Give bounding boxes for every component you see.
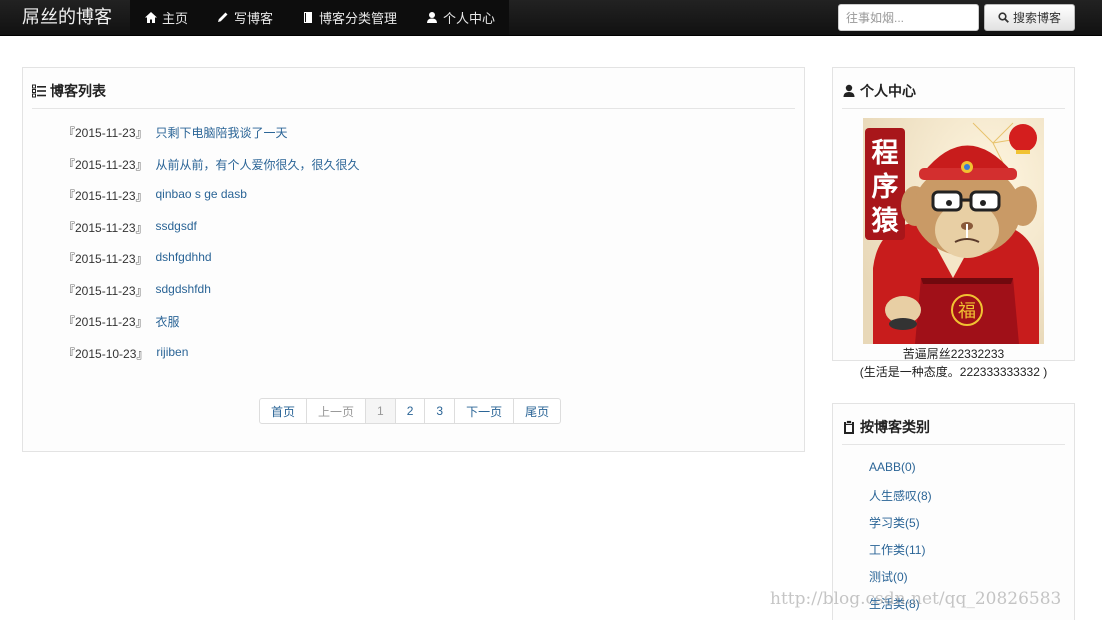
profile-panel: 个人中心 程 序 猿 福 苦逼屌丝22332233 (生活是一种态度。22233… [832, 67, 1075, 379]
list-item: 『2015-11-23』 从前从前，有个人爱你很久，很久很久 [63, 156, 360, 188]
category-link[interactable]: 人生感叹(8) [869, 487, 932, 514]
nav-item-home[interactable]: 主页 [130, 0, 202, 35]
list-item: 『2015-11-23』 ssdgsdf [63, 219, 360, 251]
nav-item-category-manage[interactable]: 博客分类管理 [287, 0, 411, 35]
nav-item-label: 博客分类管理 [319, 11, 398, 26]
user-icon [843, 84, 855, 97]
page-first-button[interactable]: 首页 [260, 399, 306, 423]
avatar-illustration: 程 序 猿 福 [863, 118, 1044, 344]
panel-heading: 个人中心 [842, 68, 1065, 109]
blog-title-link[interactable]: sdgdshfdh [156, 282, 211, 296]
nav-item-label: 写博客 [234, 11, 274, 26]
blog-date: 『2015-11-23』 [63, 283, 148, 298]
blog-list: 『2015-11-23』 只剩下电脑陪我谈了一天 『2015-11-23』 从前… [63, 124, 360, 376]
page-number-button[interactable]: 1 [365, 399, 395, 423]
navbar: 屌丝的博客 主页 写博客 博客分类管理 个人中心 往事如烟... 搜索博客 [0, 0, 1102, 36]
search-button-label: 搜索博客 [1012, 11, 1061, 25]
category-link[interactable]: 学习类(5) [869, 514, 932, 541]
panel-title: 博客列表 [50, 83, 106, 99]
svg-text:程: 程 [872, 138, 899, 169]
blog-title-link[interactable]: qinbao s ge dasb [156, 187, 247, 201]
pencil-icon [218, 12, 228, 22]
blog-date: 『2015-11-23』 [63, 252, 148, 266]
category-panel: 按博客类别 AABB(0) 人生感叹(8) 学习类(5) 工作类(11) 测试(… [832, 403, 1075, 620]
search-input[interactable] [838, 4, 979, 31]
nav-menu: 主页 写博客 博客分类管理 个人中心 [130, 0, 510, 35]
search-icon [998, 12, 1009, 23]
blog-date: 『2015-11-23』 [63, 315, 148, 329]
blog-date: 『2015-11-23』 [63, 157, 148, 172]
page-last-button[interactable]: 尾页 [513, 399, 560, 423]
nav-item-label: 主页 [162, 11, 189, 26]
book-icon [304, 12, 313, 23]
svg-text:猿: 猿 [871, 206, 900, 237]
page-next-button[interactable]: 下一页 [454, 399, 513, 423]
blog-title-link[interactable]: 衣服 [156, 313, 180, 330]
blog-title-link[interactable]: ssdgsdf [156, 219, 197, 233]
panel-title: 个人中心 [860, 83, 916, 99]
blog-date: 『2015-11-23』 [63, 189, 148, 203]
blog-title-link[interactable]: 只剩下电脑陪我谈了一天 [156, 124, 288, 141]
pagination: 首页 上一页 1 2 3 下一页 尾页 [259, 398, 562, 424]
brand-logo[interactable]: 屌丝的博客 [22, 6, 112, 28]
blog-date: 『2015-11-23』 [63, 126, 148, 140]
category-link[interactable]: AABB(0) [869, 460, 932, 487]
blog-date: 『2015-11-23』 [63, 220, 148, 235]
blog-date: 『2015-10-23』 [63, 346, 149, 361]
list-item: 『2015-11-23』 衣服 [63, 313, 360, 345]
blog-title-link[interactable]: dshfgdhhd [156, 250, 212, 264]
panel-heading: 按博客类别 [842, 404, 1065, 445]
panel-title: 按博客类别 [860, 419, 930, 435]
list-item: 『2015-11-23』 只剩下电脑陪我谈了一天 [63, 124, 360, 156]
category-link[interactable]: 生活类(8) [869, 595, 932, 620]
nav-item-personal-center[interactable]: 个人中心 [411, 0, 509, 35]
avatar: 程 序 猿 福 [863, 118, 1044, 344]
page-prev-button[interactable]: 上一页 [306, 399, 365, 423]
svg-text:序: 序 [872, 171, 899, 203]
home-icon [145, 12, 157, 23]
avatar-badge: 福 [958, 301, 976, 322]
list-icon [32, 84, 46, 98]
page-number-button[interactable]: 3 [424, 399, 454, 423]
category-link[interactable]: 工作类(11) [869, 541, 932, 568]
search-button[interactable]: 搜索博客 [984, 4, 1075, 31]
page-number-button[interactable]: 2 [394, 399, 425, 423]
list-item: 『2015-11-23』 qinbao s ge dasb [63, 187, 360, 219]
profile-motto: (生活是一种态度。222333333332 ) [859, 365, 1048, 379]
nav-item-write-blog[interactable]: 写博客 [202, 0, 287, 35]
blog-list-panel: 博客列表 『2015-11-23』 只剩下电脑陪我谈了一天 『2015-11-2… [22, 67, 805, 452]
category-link[interactable]: 测试(0) [869, 568, 932, 595]
panel-heading: 博客列表 [32, 68, 795, 109]
list-item: 『2015-10-23』 rijiben [63, 345, 360, 377]
profile-nickname: 苦逼屌丝22332233 [902, 347, 1005, 361]
list-item: 『2015-11-23』 dshfgdhhd [63, 250, 360, 282]
nav-item-label: 个人中心 [443, 11, 496, 26]
blog-title-link[interactable]: rijiben [156, 345, 188, 359]
blog-title-link[interactable]: 从前从前，有个人爱你很久，很久很久 [156, 156, 360, 173]
clipboard-icon [844, 420, 854, 434]
list-item: 『2015-11-23』 sdgdshfdh [63, 282, 360, 314]
category-list: AABB(0) 人生感叹(8) 学习类(5) 工作类(11) 测试(0) 生活类… [869, 460, 932, 620]
user-icon [427, 12, 438, 23]
